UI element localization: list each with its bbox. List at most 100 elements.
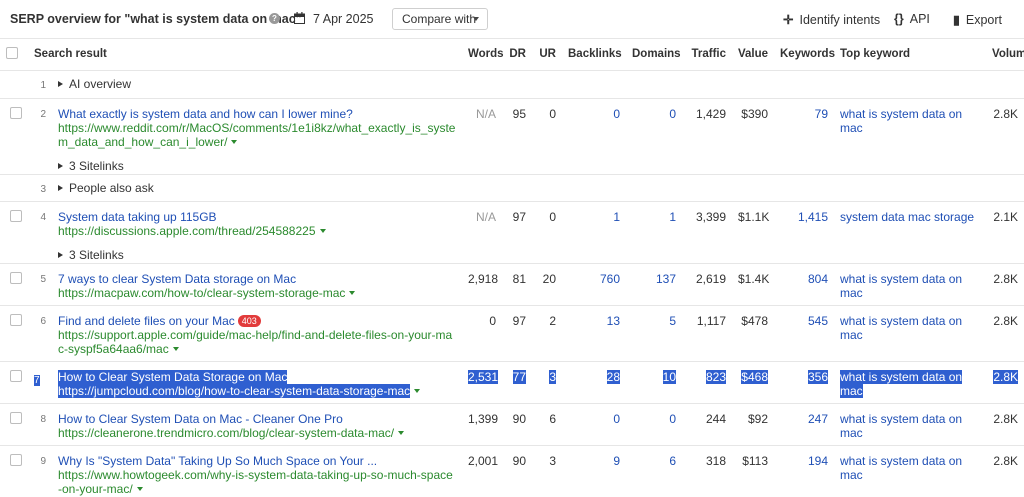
row-checkbox[interactable] [10,411,22,424]
export-button[interactable]: ▮ Export [953,12,1002,27]
top-keyword-link[interactable]: what is system data on mac [834,445,986,497]
col-backlinks[interactable]: Backlinks [562,39,626,71]
keywords-link[interactable]: 356 [807,369,828,384]
volume-value: 2.1K [986,201,1024,264]
sitelinks-toggle[interactable]: 3 Sitelinks [58,159,456,173]
url-dropdown-icon[interactable] [349,290,356,295]
expand-toggle[interactable]: People also ask [58,181,154,195]
api-button[interactable]: {} API [894,12,930,26]
expand-toggle[interactable]: AI overview [58,77,131,91]
result-url[interactable]: https://jumpcloud.com/blog/how-to-clear-… [58,383,456,398]
ur-value: 0 [532,98,562,175]
col-dr[interactable]: DR [502,39,532,71]
domains-link[interactable]: 1 [626,201,682,264]
keywords-link[interactable]: 804 [774,263,834,306]
top-keyword-link[interactable]: what is system data on mac [834,403,986,446]
result-url[interactable]: https://www.howtogeek.com/why-is-system-… [58,468,456,496]
result-title-link[interactable]: What exactly is system data and how can … [58,107,456,121]
dr-value: 95 [502,98,532,175]
table-row: 3 People also ask [0,174,1024,202]
backlinks-link[interactable]: 0 [562,98,626,175]
result-title-link[interactable]: System data taking up 115GB [58,210,456,224]
result-title-link[interactable]: Why Is "System Data" Taking Up So Much S… [58,454,456,468]
sitelinks-toggle[interactable]: 3 Sitelinks [58,248,456,262]
col-search-result[interactable]: Search result [28,39,462,71]
date-selector[interactable]: 7 Apr 2025 [313,12,373,26]
keywords-link[interactable]: 1,415 [774,201,834,264]
question-circle-icon[interactable]: ? [269,13,280,24]
traffic-value: 1,429 [682,98,732,175]
backlinks-link[interactable]: 9 [562,445,626,497]
col-domains[interactable]: Domains [626,39,682,71]
keywords-link[interactable]: 545 [774,305,834,362]
chevron-down-icon [473,17,479,21]
domains-link[interactable]: 6 [626,445,682,497]
identify-intents-button[interactable]: ✛ Identify intents [783,12,880,27]
backlinks-link[interactable]: 13 [562,305,626,362]
domains-link[interactable]: 10 [662,369,676,384]
volume-value: 2.8K [986,403,1024,446]
top-keyword-link[interactable]: what is system data on mac [840,369,963,398]
row-checkbox[interactable] [10,313,22,326]
col-words[interactable]: Words [462,39,504,71]
url-dropdown-icon[interactable] [172,346,179,351]
result-title-link[interactable]: How to Clear System Data Storage on Mac [58,369,288,384]
col-ur[interactable]: UR [532,39,562,71]
backlinks-link[interactable]: 1 [562,201,626,264]
col-keywords[interactable]: Keywords [774,39,835,71]
table-row: 8 How to Clear System Data on Mac - Clea… [0,403,1024,446]
result-url[interactable]: https://discussions.apple.com/thread/254… [58,224,456,238]
row-checkbox[interactable] [10,271,22,284]
backlinks-link[interactable]: 0 [562,403,626,446]
keywords-link[interactable]: 247 [774,403,834,446]
url-dropdown-icon[interactable] [398,430,405,435]
col-top-keyword[interactable]: Top keyword [834,39,986,71]
identify-intents-label: Identify intents [799,13,881,27]
value-value: $468 [741,369,768,384]
compare-with-dropdown[interactable]: Compare with [392,8,488,30]
page-title: SERP overview for "what is system data o… [10,12,302,26]
words-value: 2,531 [468,369,499,384]
col-traffic[interactable]: Traffic [682,39,732,71]
value-value: $113 [732,445,774,497]
url-dropdown-icon[interactable] [136,486,143,491]
url-dropdown-icon[interactable] [319,228,326,233]
domains-link[interactable]: 5 [626,305,682,362]
row-checkbox[interactable] [10,106,22,119]
row-checkbox[interactable] [10,453,22,466]
row-checkbox[interactable] [10,369,22,382]
domains-link[interactable]: 0 [626,403,682,446]
col-value[interactable]: Value [732,39,774,71]
keywords-link[interactable]: 194 [774,445,834,497]
table-row: 6 Find and delete files on your Mac 403 h… [0,305,1024,362]
row-checkbox[interactable] [10,209,22,222]
select-all-checkbox[interactable] [6,46,18,59]
keywords-link[interactable]: 79 [774,98,834,175]
backlinks-link[interactable]: 28 [606,369,620,384]
words-value: 2,918 [462,263,502,306]
result-title-link[interactable]: Find and delete files on your Mac [58,314,235,328]
sparkle-icon: ✛ [783,13,794,27]
traffic-value: 318 [682,445,732,497]
result-title-link[interactable]: How to Clear System Data on Mac - Cleane… [58,412,456,426]
url-dropdown-icon[interactable] [414,388,421,393]
result-url[interactable]: https://support.apple.com/guide/mac-help… [58,328,456,356]
result-url[interactable]: https://macpaw.com/how-to/clear-system-s… [58,286,456,300]
result-url[interactable]: https://cleanerone.trendmicro.com/blog/c… [58,426,456,440]
words-value: 0 [462,305,502,362]
words-value: 2,001 [462,445,502,497]
feature-label: People also ask [69,180,154,195]
col-volume[interactable]: Volume [986,39,1024,71]
backlinks-link[interactable]: 760 [562,263,626,306]
top-keyword-link[interactable]: what is system data on mac [834,263,986,306]
result-url[interactable]: https://www.reddit.com/r/MacOS/comments/… [58,121,456,149]
domains-link[interactable]: 0 [626,98,682,175]
result-title-link[interactable]: 7 ways to clear System Data storage on M… [58,272,456,286]
domains-link[interactable]: 137 [626,263,682,306]
url-dropdown-icon[interactable] [231,139,238,144]
top-keyword-link[interactable]: what is system data on mac [834,305,986,362]
top-keyword-link[interactable]: system data mac storage [834,201,986,264]
dr-value: 77 [512,369,526,384]
top-keyword-link[interactable]: what is system data on mac [834,98,986,175]
volume-value: 2.8K [986,263,1024,306]
